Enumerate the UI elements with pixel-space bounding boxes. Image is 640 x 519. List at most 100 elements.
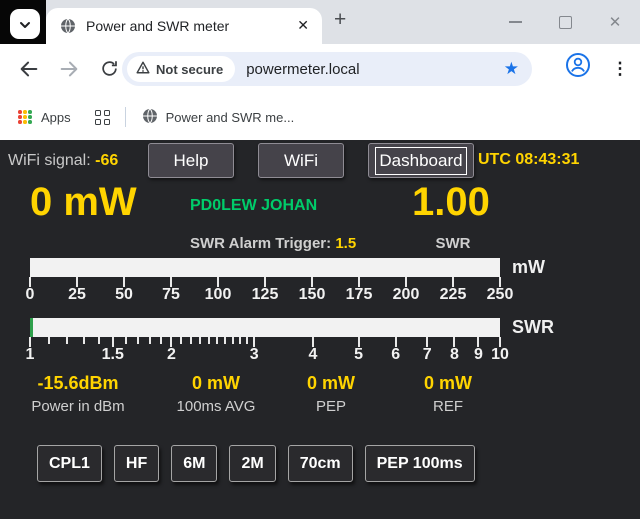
stat-value: 0 mW [177, 373, 256, 394]
tab-title: Power and SWR meter [86, 18, 229, 34]
minimize-icon [509, 21, 522, 23]
control-button-pep-100ms[interactable]: PEP 100ms [365, 445, 475, 482]
bookmarks-bar: Apps Power and SWR me... [0, 94, 640, 140]
utc-clock: UTC 08:43:31 [478, 151, 579, 169]
security-label: Not secure [156, 62, 223, 77]
minor-tick [98, 337, 100, 344]
minor-tick [190, 337, 192, 344]
tick-label: 1.5 [102, 346, 124, 364]
apps-shortcut[interactable]: Apps [18, 110, 71, 125]
tick-label: 4 [309, 346, 318, 364]
stat-label: REF [424, 398, 472, 415]
button-label: WiFi [284, 151, 318, 171]
tick-label: 200 [393, 286, 420, 304]
tick-label: 150 [299, 286, 326, 304]
wifi-button[interactable]: WiFi [258, 143, 344, 178]
tick-label: 9 [474, 346, 483, 364]
dashboard-button[interactable]: Dashboard [368, 143, 474, 178]
tick-label: 3 [250, 346, 259, 364]
tick-label: 75 [162, 286, 180, 304]
swr-caption: SWR [403, 235, 503, 252]
wifi-signal-value: -66 [95, 152, 118, 169]
browser-menu-kebab-icon[interactable]: ⋮ [608, 54, 632, 84]
button-label: Dashboard [379, 151, 462, 171]
stat-value: -15.6dBm [31, 373, 124, 394]
stat-100ms-avg: 0 mW 100ms AVG [177, 373, 256, 415]
minor-tick [160, 337, 162, 344]
minor-tick [239, 337, 241, 344]
tab-close-icon[interactable]: ✕ [297, 17, 309, 34]
page-content: WiFi signal: -66 HelpWiFiDashboard UTC 0… [0, 140, 640, 519]
stat-value: 0 mW [307, 373, 355, 394]
control-button-cpl1[interactable]: CPL1 [37, 445, 102, 482]
tick-label: 50 [115, 286, 133, 304]
tick-label: 7 [423, 346, 432, 364]
warning-icon [136, 61, 150, 77]
bookmark-item[interactable]: Power and SWR me... [142, 108, 295, 127]
stats-row: -15.6dBm Power in dBm 0 mW 100ms AVG 0 mWPEP… [0, 373, 640, 421]
power-readout: 0 mW [30, 180, 137, 224]
close-icon: ✕ [609, 13, 622, 31]
minor-tick [208, 337, 210, 344]
tick-label: 8 [450, 346, 459, 364]
button-label: Help [174, 151, 209, 171]
minor-tick [125, 337, 127, 344]
tick-label: 125 [252, 286, 279, 304]
tab-search-chevron-button[interactable] [10, 9, 40, 39]
tick-label: 225 [440, 286, 467, 304]
tab-groups-icon[interactable] [95, 110, 110, 125]
swr-meter-fill [30, 318, 33, 337]
profile-avatar[interactable] [565, 52, 591, 78]
bookmark-star-icon[interactable]: ★ [504, 59, 519, 79]
window-minimize-button[interactable] [490, 0, 540, 44]
reload-button[interactable] [96, 57, 122, 83]
control-button-2m[interactable]: 2M [229, 445, 275, 482]
help-button[interactable]: Help [148, 143, 234, 178]
control-button-hf[interactable]: HF [114, 445, 159, 482]
tick-label: 1 [26, 346, 35, 364]
window-controls: ✕ [490, 0, 640, 44]
swr-alarm-value: 1.5 [335, 235, 356, 252]
browser-tab[interactable]: Power and SWR meter ✕ [46, 8, 322, 44]
swr-readout: 1.00 [412, 180, 490, 224]
back-arrow-icon [18, 58, 40, 83]
power-meter-unit: mW [512, 257, 545, 278]
control-button-70cm[interactable]: 70cm [288, 445, 353, 482]
stat-pep: 0 mWPEP [307, 373, 355, 415]
reload-icon [100, 59, 119, 81]
control-button-6m[interactable]: 6M [171, 445, 217, 482]
swr-alarm-trigger: SWR Alarm Trigger: 1.5 [190, 235, 356, 252]
stat-label: Power in dBm [31, 398, 124, 415]
minor-tick [83, 337, 85, 344]
forward-button[interactable] [56, 57, 82, 83]
back-button[interactable] [16, 57, 42, 83]
tick-label: 2 [167, 346, 176, 364]
swr-meter-unit: SWR [512, 317, 554, 338]
swr-meter-bar [30, 318, 500, 337]
globe-favicon-icon [60, 18, 76, 34]
window-maximize-button[interactable] [540, 0, 590, 44]
apps-label: Apps [41, 110, 71, 125]
stat-ref: 0 mWREF [424, 373, 472, 415]
power-meter-scale: 0255075100125150175200225250 [30, 277, 500, 311]
stat-label: 100ms AVG [177, 398, 256, 415]
minor-tick [180, 337, 182, 344]
minor-tick [246, 337, 248, 344]
minor-tick [137, 337, 139, 344]
tick-label: 100 [205, 286, 232, 304]
tick-label: 0 [26, 286, 35, 304]
tick-label: 25 [68, 286, 86, 304]
tick-label: 10 [491, 346, 509, 364]
new-tab-icon[interactable]: + [334, 8, 346, 32]
power-meter-bar [30, 258, 500, 277]
stat-power-in-dbm: -15.6dBm Power in dBm [31, 373, 124, 415]
bookmarks-divider [125, 107, 126, 127]
window-close-button[interactable]: ✕ [590, 0, 640, 44]
browser-window: Power and SWR meter ✕ + ✕ [0, 0, 640, 519]
bookmark-label: Power and SWR me... [166, 110, 295, 125]
tick-label: 6 [391, 346, 400, 364]
security-chip[interactable]: Not secure [127, 56, 235, 82]
address-bar[interactable]: Not secure powermeter.local ★ [122, 52, 532, 86]
url-text: powermeter.local [246, 61, 359, 78]
tick-label: 250 [487, 286, 514, 304]
